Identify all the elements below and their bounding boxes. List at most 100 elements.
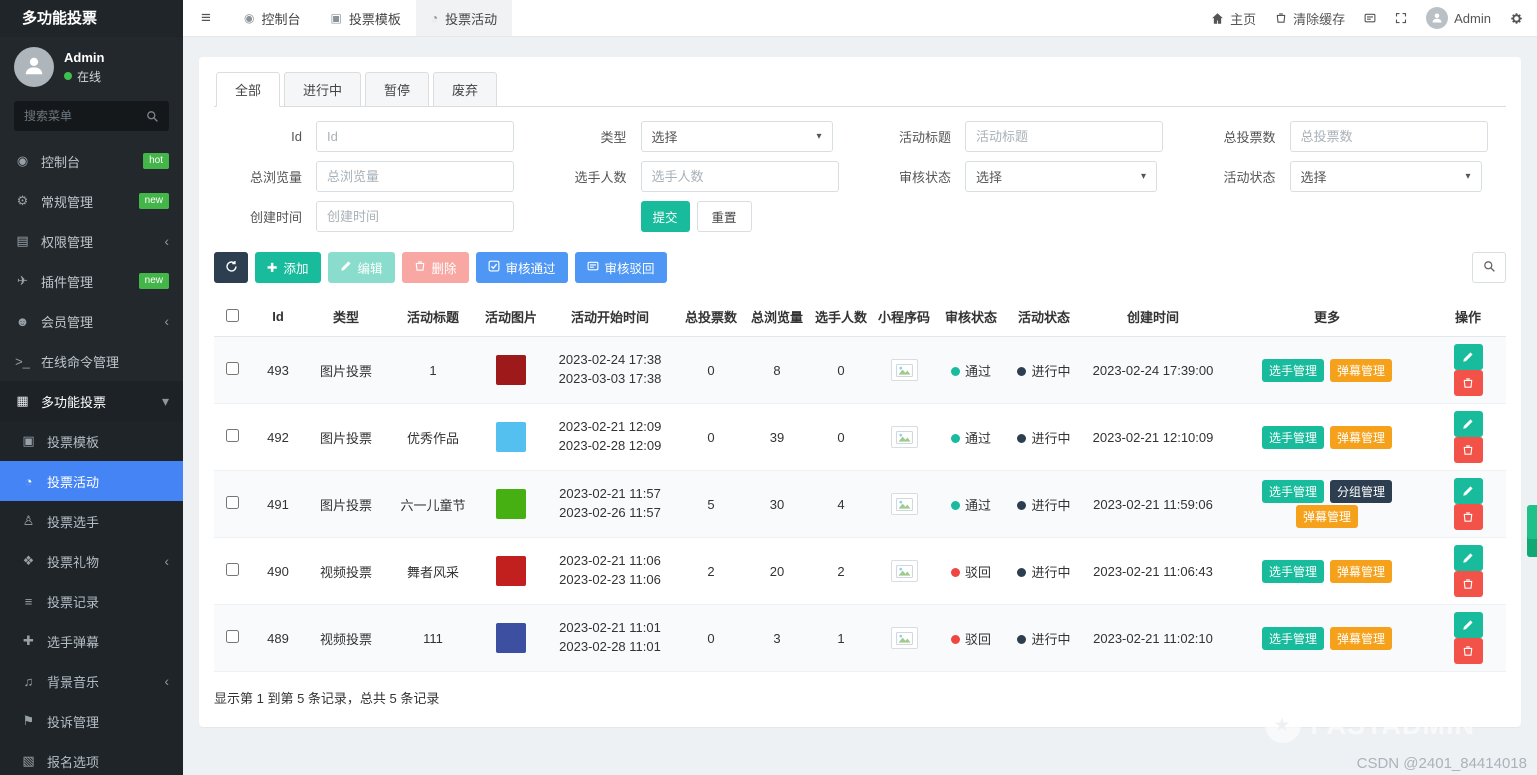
row-edit-button[interactable] — [1454, 411, 1483, 437]
row-checkbox[interactable] — [226, 362, 239, 375]
topbar-tab-dashboard[interactable]: ◉控制台 — [229, 0, 316, 36]
clear-session-button[interactable] — [1364, 12, 1376, 24]
filter-input-title[interactable] — [965, 121, 1163, 152]
row-edit-button[interactable] — [1454, 612, 1483, 638]
sidebar-item-complaint[interactable]: ⚑投诉管理 — [0, 701, 183, 741]
sidebar-item-signup[interactable]: ▧报名选项 — [0, 741, 183, 775]
row-checkbox[interactable] — [226, 630, 239, 643]
filter-input-created[interactable] — [316, 201, 514, 232]
sidebar-item-gift[interactable]: ❖投票礼物‹ — [0, 541, 183, 581]
status-tab-1[interactable]: 进行中 — [284, 72, 361, 107]
column-header[interactable]: 活动状态 — [1006, 297, 1082, 337]
filter-input-votes[interactable] — [1290, 121, 1488, 152]
row-delete-button[interactable] — [1454, 571, 1483, 597]
reset-button[interactable]: 重置 — [697, 201, 752, 232]
sidebar-item-vote[interactable]: ▦多功能投票▾ — [0, 381, 183, 421]
column-header[interactable]: 活动图片 — [480, 297, 542, 337]
clear-cache-link[interactable]: 清除缓存 — [1275, 9, 1345, 28]
column-header[interactable]: 总投票数 — [678, 297, 744, 337]
column-header[interactable]: 审核状态 — [936, 297, 1006, 337]
row-delete-button[interactable] — [1454, 638, 1483, 664]
more-badge[interactable]: 弹幕管理 — [1330, 560, 1392, 583]
more-badge[interactable]: 选手管理 — [1262, 359, 1324, 382]
sidebar-item-template[interactable]: ▣投票模板 — [0, 421, 183, 461]
qrcode-image[interactable] — [891, 560, 918, 582]
row-delete-button[interactable] — [1454, 370, 1483, 396]
settings-button[interactable] — [1510, 12, 1523, 25]
menu-toggle-icon[interactable]: ≡ — [183, 0, 229, 36]
column-header[interactable]: 小程序码 — [872, 297, 936, 337]
status-tab-0[interactable]: 全部 — [216, 72, 280, 107]
filter-input-views[interactable] — [316, 161, 514, 192]
column-header[interactable]: 操作 — [1430, 297, 1506, 337]
row-delete-button[interactable] — [1454, 437, 1483, 463]
row-checkbox[interactable] — [226, 563, 239, 576]
sidebar-item-danmu[interactable]: ✚选手弹幕 — [0, 621, 183, 661]
sidebar-item-member[interactable]: ☻会员管理‹ — [0, 301, 183, 341]
activity-image[interactable] — [496, 355, 526, 385]
row-checkbox[interactable] — [226, 496, 239, 509]
delete-button[interactable]: 删除 — [402, 252, 469, 283]
column-header[interactable]: 选手人数 — [810, 297, 872, 337]
more-badge[interactable]: 选手管理 — [1262, 627, 1324, 650]
add-button[interactable]: ✚添加 — [255, 252, 321, 283]
user-menu[interactable]: Admin — [1426, 7, 1491, 29]
more-badge[interactable]: 选手管理 — [1262, 480, 1324, 503]
sidebar-item-addon[interactable]: ✈插件管理new — [0, 261, 183, 301]
filter-input-id[interactable] — [316, 121, 514, 152]
sidebar-item-player[interactable]: ♙投票选手 — [0, 501, 183, 541]
row-checkbox[interactable] — [226, 429, 239, 442]
approve-button[interactable]: 审核通过 — [476, 252, 568, 283]
column-header[interactable]: 总浏览量 — [744, 297, 810, 337]
status-tab-2[interactable]: 暂停 — [365, 72, 429, 107]
search-icon[interactable] — [146, 110, 159, 123]
edit-button[interactable]: 编辑 — [328, 252, 395, 283]
more-badge[interactable]: 分组管理 — [1330, 480, 1392, 503]
row-delete-button[interactable] — [1454, 504, 1483, 530]
activity-image[interactable] — [496, 422, 526, 452]
status-tab-3[interactable]: 废弃 — [433, 72, 497, 107]
more-badge[interactable]: 选手管理 — [1262, 560, 1324, 583]
filter-select-status[interactable]: 选择 ▾ — [1290, 161, 1482, 192]
qrcode-image[interactable] — [891, 493, 918, 515]
column-header[interactable]: 更多 — [1224, 297, 1430, 337]
column-header[interactable]: Id — [250, 297, 306, 337]
activity-image[interactable] — [496, 489, 526, 519]
column-header[interactable]: 创建时间 — [1082, 297, 1224, 337]
activity-image[interactable] — [496, 623, 526, 653]
sidebar-item-activity[interactable]: ◔投票活动 — [0, 461, 183, 501]
qrcode-image[interactable] — [891, 359, 918, 381]
column-header[interactable]: 活动开始时间 — [542, 297, 678, 337]
menu-search-input[interactable] — [24, 109, 146, 123]
topbar-tab-activity[interactable]: ◔投票活动 — [416, 0, 512, 36]
select-all-checkbox[interactable] — [226, 309, 239, 322]
sidebar-item-command[interactable]: >_在线命令管理 — [0, 341, 183, 381]
more-badge[interactable]: 弹幕管理 — [1330, 426, 1392, 449]
column-header[interactable]: 类型 — [306, 297, 386, 337]
qrcode-image[interactable] — [891, 627, 918, 649]
refresh-button[interactable] — [214, 252, 248, 283]
row-edit-button[interactable] — [1454, 545, 1483, 571]
column-header[interactable]: 活动标题 — [386, 297, 480, 337]
submit-button[interactable]: 提交 — [641, 201, 690, 232]
more-badge[interactable]: 弹幕管理 — [1296, 505, 1358, 528]
more-badge[interactable]: 选手管理 — [1262, 426, 1324, 449]
sidebar-item-record[interactable]: ≡投票记录 — [0, 581, 183, 621]
sidebar-item-dashboard[interactable]: ◉控制台hot — [0, 141, 183, 181]
table-search-button[interactable] — [1472, 252, 1506, 283]
fullscreen-button[interactable] — [1395, 12, 1407, 24]
qrcode-image[interactable] — [891, 426, 918, 448]
filter-select-audit[interactable]: 选择 ▾ — [965, 161, 1157, 192]
sidebar-item-general[interactable]: ⚙常规管理new — [0, 181, 183, 221]
home-link[interactable]: 主页 — [1211, 9, 1256, 28]
floating-widget[interactable] — [1527, 505, 1537, 557]
filter-select-type[interactable]: 选择 ▾ — [641, 121, 833, 152]
filter-input-players[interactable] — [641, 161, 839, 192]
topbar-tab-template[interactable]: ▣投票模板 — [316, 0, 416, 36]
activity-image[interactable] — [496, 556, 526, 586]
row-edit-button[interactable] — [1454, 478, 1483, 504]
more-badge[interactable]: 弹幕管理 — [1330, 359, 1392, 382]
row-edit-button[interactable] — [1454, 344, 1483, 370]
reject-button[interactable]: 审核驳回 — [575, 252, 667, 283]
sidebar-item-auth[interactable]: ▤权限管理‹ — [0, 221, 183, 261]
